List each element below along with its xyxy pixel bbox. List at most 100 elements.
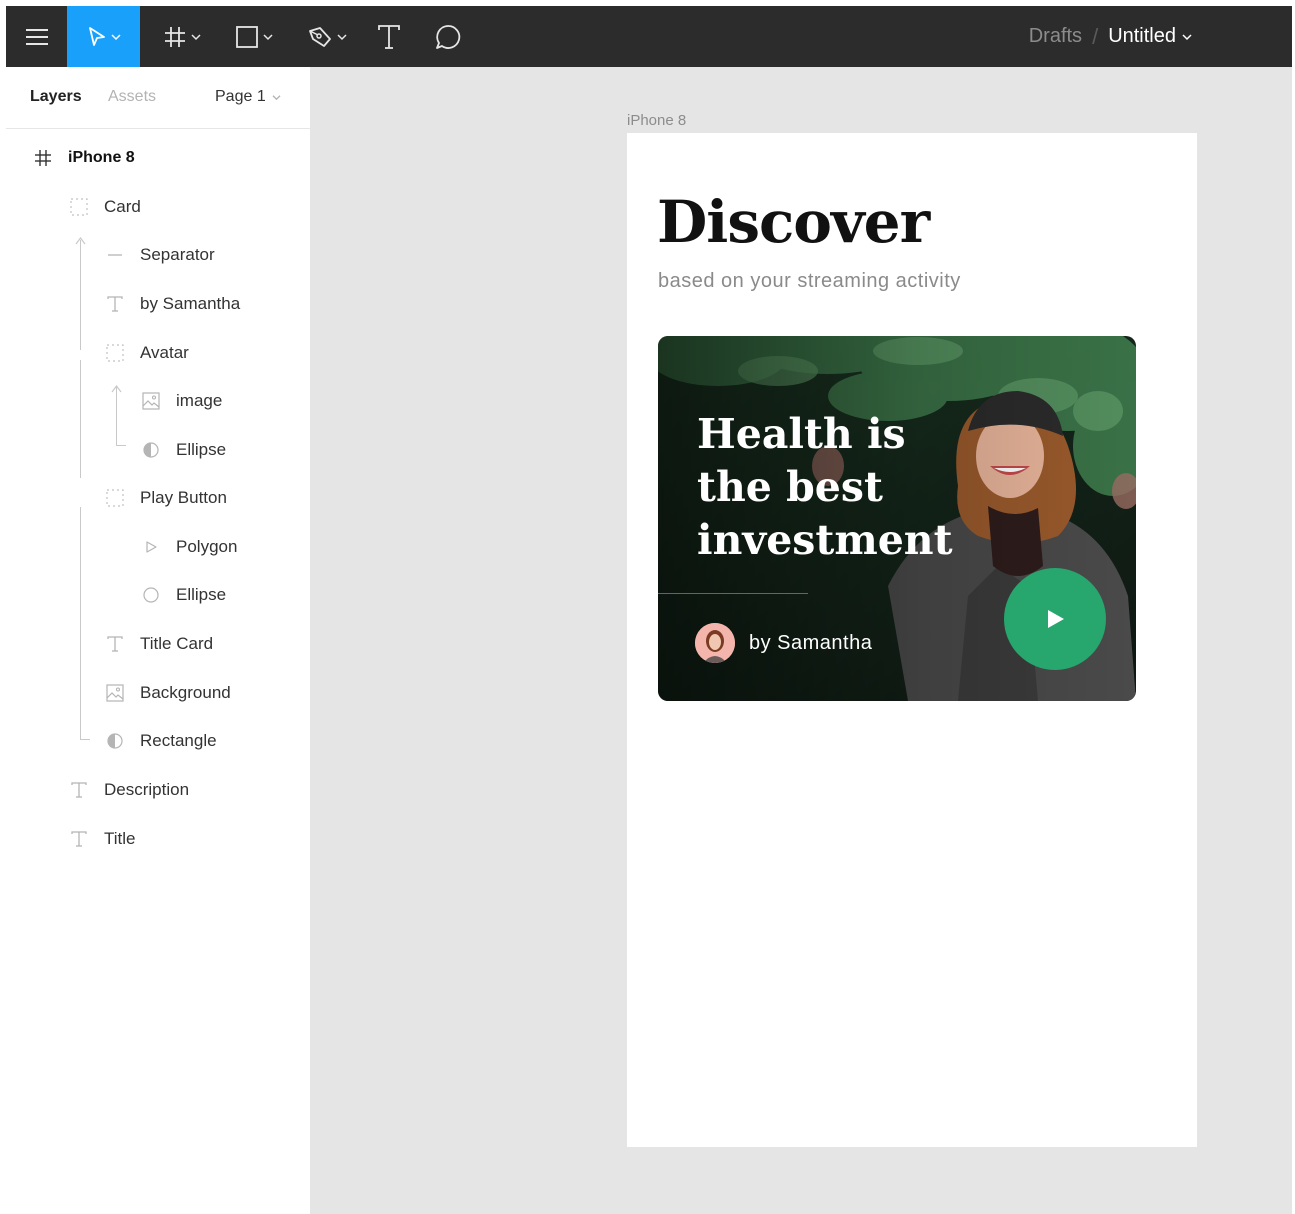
- canvas[interactable]: iPhone 8 Discover based on your streamin…: [310, 67, 1292, 1214]
- title-card-line: the best: [697, 463, 883, 511]
- text-tool-icon: [378, 24, 400, 49]
- layer-label: Separator: [140, 245, 215, 264]
- frame-icon: [32, 147, 54, 169]
- pen-tool-icon: [309, 26, 331, 47]
- shape-tool-button[interactable]: [226, 6, 282, 67]
- shape-tool-icon: [236, 25, 258, 48]
- layer-label: Card: [104, 197, 141, 216]
- mask-icon: [104, 730, 126, 752]
- tree-guide: [116, 445, 126, 446]
- layer-card[interactable]: Card: [68, 187, 141, 227]
- text-tool-button[interactable]: [369, 6, 409, 67]
- layer-label: Play Button: [140, 488, 227, 507]
- layer-label: Description: [104, 780, 190, 799]
- mask-icon: [140, 439, 162, 461]
- page-description[interactable]: based on your streaming activity: [658, 270, 961, 293]
- tree-guide: [80, 739, 90, 740]
- chevron-down-icon: [272, 94, 281, 100]
- layer-avatar[interactable]: Avatar: [104, 333, 189, 373]
- play-button[interactable]: [1004, 568, 1106, 670]
- title-card-line: investment: [697, 516, 953, 564]
- comment-tool-icon: [436, 24, 461, 49]
- layer-separator[interactable]: Separator: [104, 235, 215, 275]
- layer-label: image: [176, 391, 223, 410]
- line-icon: [104, 244, 126, 266]
- polygon-icon: [140, 536, 162, 558]
- layer-iphone-8[interactable]: iPhone 8: [32, 138, 135, 178]
- move-tool-button[interactable]: [67, 6, 140, 67]
- layer-label: Background: [140, 683, 231, 702]
- chevron-down-icon: [110, 33, 121, 40]
- panel-tabs: Layers Assets Page 1: [6, 67, 310, 129]
- layers-panel: Layers Assets Page 1 iPhone 8 Card Separ…: [6, 67, 310, 1214]
- image-icon: [140, 390, 162, 412]
- layer-polygon[interactable]: Polygon: [140, 527, 237, 567]
- layer-by-samantha[interactable]: by Samantha: [104, 284, 240, 324]
- breadcrumb-separator: /: [1092, 23, 1099, 49]
- move-tool-icon: [88, 26, 105, 46]
- layer-label: Title Card: [140, 634, 214, 653]
- layer-label: Rectangle: [140, 731, 217, 750]
- figma-window: Drafts / Untitled Layers Assets Page 1 i…: [6, 6, 1292, 1214]
- layer-play-button[interactable]: Play Button: [104, 478, 227, 518]
- layer-label: Avatar: [140, 343, 189, 362]
- separator[interactable]: [658, 593, 808, 594]
- layer-label: iPhone 8: [68, 149, 135, 166]
- title-card-line: Health is: [697, 410, 906, 458]
- layer-label: Ellipse: [176, 585, 227, 604]
- tab-assets[interactable]: Assets: [108, 88, 156, 106]
- chevron-down-icon: [337, 33, 347, 40]
- frame-label[interactable]: iPhone 8: [627, 112, 686, 129]
- tree-guide: [80, 360, 81, 478]
- text-icon: [104, 633, 126, 655]
- title-card[interactable]: Health is the best investment: [697, 408, 957, 567]
- page-selector-label: Page 1: [215, 88, 266, 105]
- ellipse-icon: [140, 584, 162, 606]
- tree-guide: [116, 387, 117, 445]
- chevron-down-icon[interactable]: [1182, 33, 1192, 41]
- iphone-frame[interactable]: Discover based on your streaming activit…: [627, 133, 1197, 1147]
- avatar-image: [695, 623, 735, 663]
- layer-label: Title: [104, 829, 136, 848]
- tree-guide: [80, 240, 81, 350]
- layer-background[interactable]: Background: [104, 673, 231, 713]
- author-byline[interactable]: by Samantha: [749, 632, 872, 655]
- layer-title[interactable]: Title: [68, 819, 136, 859]
- main-menu-button[interactable]: [6, 6, 67, 67]
- card[interactable]: Health is the best investment by Samanth…: [658, 336, 1136, 701]
- tree-guide: [80, 507, 81, 739]
- layer-ellipse[interactable]: Ellipse: [140, 575, 226, 615]
- image-icon: [104, 682, 126, 704]
- frame-tool-button[interactable]: [154, 6, 210, 67]
- text-icon: [68, 828, 90, 850]
- comment-tool-button[interactable]: [428, 6, 468, 67]
- layer-title-card[interactable]: Title Card: [104, 624, 213, 664]
- toolbar: Drafts / Untitled: [6, 6, 1292, 67]
- page-title[interactable]: Discover: [657, 188, 930, 256]
- layer-label: by Samantha: [140, 294, 241, 313]
- layer-label: Ellipse: [176, 440, 227, 459]
- group-icon: [68, 196, 90, 218]
- arrow-up-icon: [111, 385, 122, 393]
- chevron-down-icon: [263, 33, 273, 40]
- page-selector[interactable]: Page 1: [215, 88, 281, 106]
- frame-tool-icon: [165, 26, 185, 47]
- tab-layers[interactable]: Layers: [30, 88, 82, 106]
- play-icon: [1048, 610, 1064, 628]
- file-name[interactable]: Untitled: [1108, 25, 1176, 48]
- layer-ellipse-mask[interactable]: Ellipse: [140, 430, 226, 470]
- menu-icon: [25, 28, 48, 45]
- text-icon: [104, 293, 126, 315]
- breadcrumb: Drafts / Untitled: [1029, 6, 1192, 67]
- layer-image[interactable]: image: [140, 381, 222, 421]
- layer-description[interactable]: Description: [68, 770, 189, 810]
- drafts-link[interactable]: Drafts: [1029, 25, 1082, 48]
- layer-rectangle[interactable]: Rectangle: [104, 721, 217, 761]
- arrow-up-icon: [75, 237, 86, 245]
- group-icon: [104, 487, 126, 509]
- pen-tool-button[interactable]: [299, 6, 355, 67]
- chevron-down-icon: [191, 33, 201, 40]
- avatar[interactable]: [695, 623, 735, 663]
- text-icon: [68, 779, 90, 801]
- layer-label: Polygon: [176, 537, 238, 556]
